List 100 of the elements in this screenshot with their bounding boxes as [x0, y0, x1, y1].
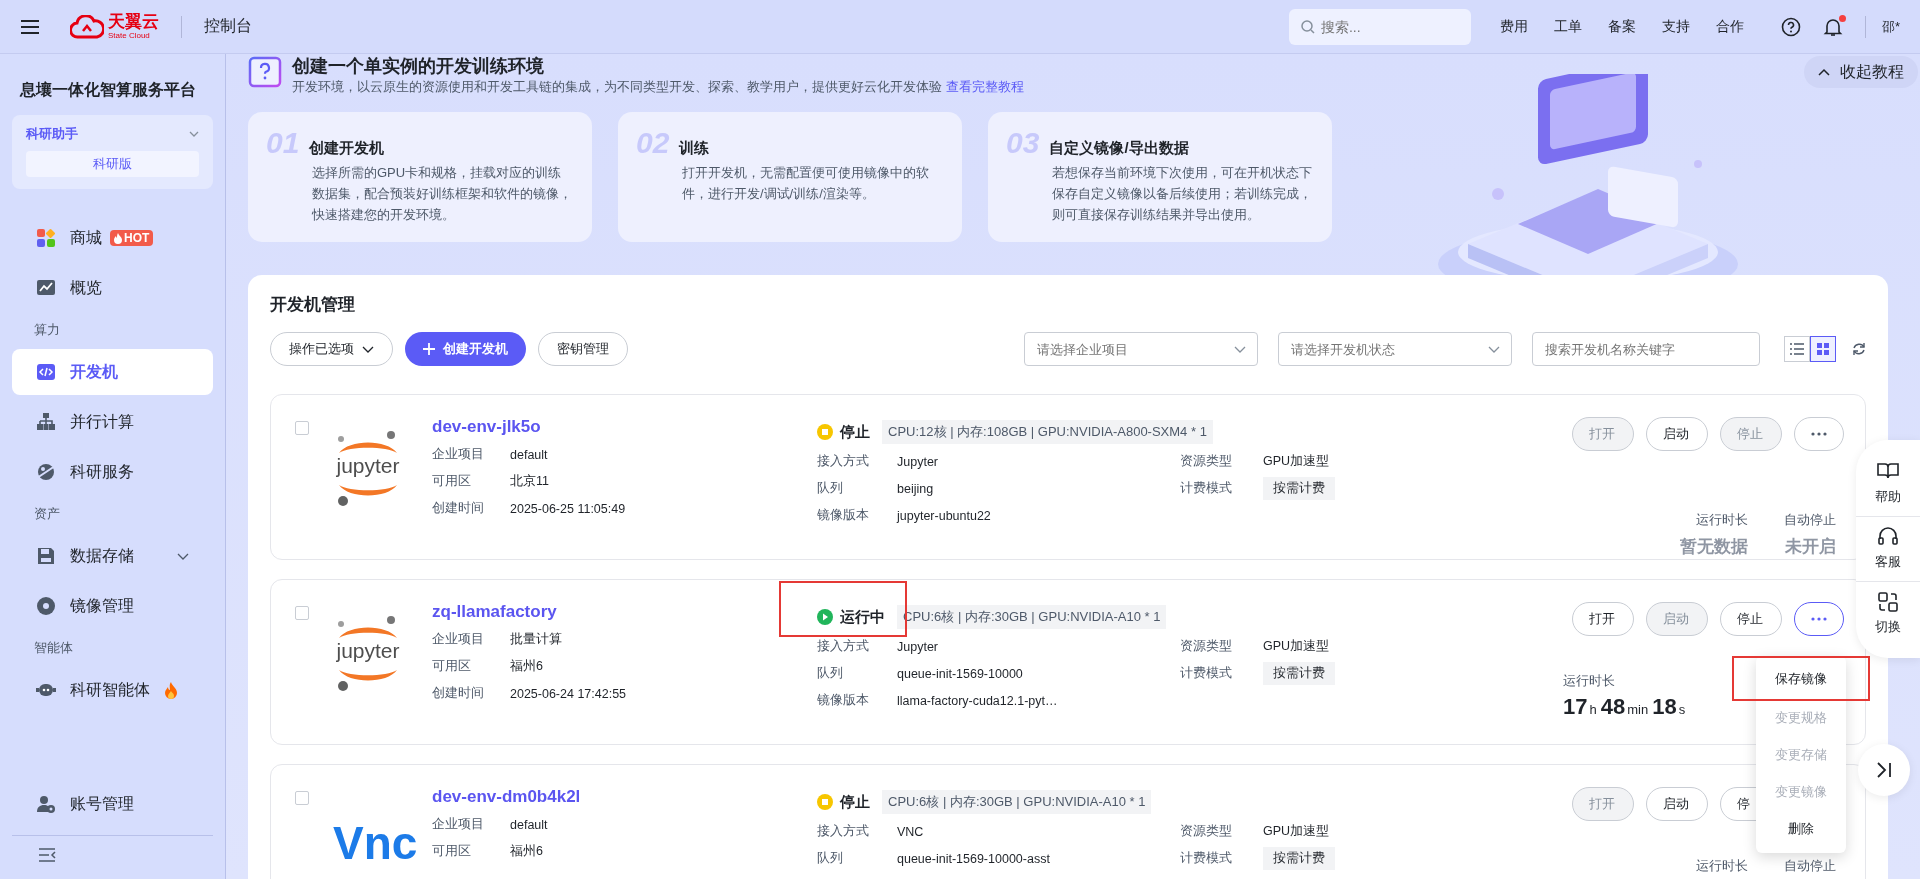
jupyter-logo: jupyter: [333, 612, 403, 694]
bulk-actions-dropdown[interactable]: 操作已选项: [270, 332, 393, 366]
floating-tool-button[interactable]: 切换: [1856, 582, 1920, 646]
field-label: 接入方式: [817, 823, 870, 840]
sidebar-label: 开发机: [70, 361, 118, 382]
checkbox[interactable]: [295, 421, 309, 435]
cloud-logo-icon: [70, 14, 104, 39]
grid-view-button[interactable]: [1810, 336, 1836, 362]
sidebar-item[interactable]: 数据存储: [12, 533, 213, 579]
field-label: 企业项目: [432, 631, 485, 648]
step-title: 训练: [679, 139, 710, 158]
field-label: 队列: [817, 480, 844, 497]
status-label: 运行中: [817, 607, 885, 627]
sidebar-item[interactable]: 账号管理: [12, 781, 213, 827]
chevron-up-icon: [1818, 68, 1830, 76]
menu-item[interactable]: 保存镜像: [1734, 658, 1868, 699]
collapse-right-icon: [1876, 762, 1892, 778]
panel-title: 开发机管理: [270, 294, 356, 316]
collapse-tutorial-button[interactable]: 收起教程: [1804, 56, 1918, 88]
field-label: 计费模式: [1180, 850, 1233, 867]
sidebar-item[interactable]: 科研智能体: [12, 667, 213, 713]
list-icon: [1790, 343, 1804, 355]
nav-link[interactable]: 费用: [1499, 17, 1528, 36]
stat-value: 未开启: [1785, 536, 1836, 558]
nav-link[interactable]: 支持: [1661, 17, 1690, 36]
tutorial-description: 开发环境，以云原生的资源使用和开发工具链的集成，为不同类型开发、探索、教学用户，提供更好云化开发体验: [292, 79, 942, 94]
field-value: VNC: [897, 824, 924, 839]
more-icon: [1811, 617, 1827, 621]
search-field[interactable]: 搜索开发机名称关键字: [1532, 332, 1760, 366]
vnc-logo: Vnc: [333, 819, 418, 867]
floating-tool-button[interactable]: 客服: [1856, 517, 1920, 582]
sidebar-label: 商城: [70, 227, 102, 248]
user-settings-icon: [36, 794, 56, 814]
section-label: 资产: [33, 505, 61, 523]
sidebar-item[interactable]: 并行计算: [12, 399, 213, 445]
floating-tool-button[interactable]: 帮助: [1856, 452, 1920, 517]
instance-name-link[interactable]: dev-env-dm0b4k2l: [432, 787, 817, 807]
action-button[interactable]: 停止: [1720, 602, 1782, 636]
tutorial-title: 创建一个单实例的开发训练环境: [292, 56, 545, 76]
field-label: 接入方式: [817, 453, 870, 470]
field-value: 批量计算: [510, 631, 562, 648]
billing-tag: 按需计费: [1263, 662, 1335, 685]
field-label: 资源类型: [1180, 453, 1233, 470]
sidebar-item[interactable]: 镜像管理: [12, 583, 213, 629]
action-button[interactable]: 打开: [1572, 602, 1634, 636]
stat-label: 自动停止: [1784, 511, 1836, 529]
plus-icon: [423, 343, 435, 355]
field-label: 资源类型: [1180, 638, 1233, 655]
field-value: 2025-06-24 17:42:55: [510, 686, 627, 701]
checkbox[interactable]: [295, 606, 309, 620]
filter-dropdown[interactable]: 请选择企业项目: [1024, 332, 1258, 366]
filter-dropdown[interactable]: 请选择开发机状态: [1278, 332, 1512, 366]
user-name[interactable]: 邵*: [1881, 17, 1900, 36]
tutorial-link[interactable]: 查看完整教程: [946, 79, 1024, 94]
nav-link[interactable]: 工单: [1553, 17, 1582, 36]
create-button[interactable]: 创建开发机: [405, 332, 526, 366]
list-view-button[interactable]: [1784, 336, 1810, 362]
expand-button[interactable]: [1858, 744, 1910, 796]
field-value: 福州6: [510, 658, 543, 675]
field-value: GPU加速型: [1263, 453, 1330, 470]
stat-label: 运行时长: [1696, 511, 1748, 529]
sidebar-item[interactable]: 概览: [12, 265, 213, 311]
search-field[interactable]: 搜索...: [1288, 8, 1471, 45]
status-label: 停止: [817, 792, 870, 812]
action-button[interactable]: 启动: [1646, 417, 1708, 451]
sidebar-item[interactable]: 开发机: [12, 349, 213, 395]
step-description: 若想保存当前环境下次使用，可在开机状态下保存自定义镜像以备后续使用；若训练完成，则可直接保存训练结果并导出使用。: [1052, 164, 1313, 224]
field-label: 可用区: [432, 843, 472, 860]
chevron-down-icon: [362, 345, 374, 353]
nav-link[interactable]: 备案: [1607, 17, 1636, 36]
sidebar-item[interactable]: 商城 HOT: [12, 215, 213, 261]
stop-status-icon: [817, 424, 833, 440]
field-value: 2025-06-25 11:05:49: [510, 501, 626, 516]
sidebar-label: 科研智能体: [70, 679, 150, 700]
nav-link[interactable]: 合作: [1715, 17, 1744, 36]
instance-name-link[interactable]: dev-env-jlk5o: [432, 417, 817, 437]
checkbox[interactable]: [295, 791, 309, 805]
field-label: 队列: [817, 665, 844, 682]
disc-icon: [36, 596, 56, 616]
billing-tag: 按需计费: [1263, 477, 1335, 500]
bell-icon: [1822, 16, 1843, 37]
field-value: queue-init-1569-10000: [897, 666, 1023, 681]
instance-name-link[interactable]: zq-llamafactory: [432, 602, 817, 622]
stop-status-icon: [817, 794, 833, 810]
field-label: 接入方式: [817, 638, 870, 655]
more-button[interactable]: [1794, 602, 1844, 636]
stat-value: 暂无数据: [1680, 536, 1748, 558]
flame-icon: [114, 232, 122, 244]
field-value: llama-factory-cuda12.1-pyt…: [897, 693, 1058, 708]
sidebar-item[interactable]: 科研服务: [12, 449, 213, 495]
field-value: queue-init-1569-10000-asst: [897, 851, 1050, 866]
planet-icon: [36, 462, 56, 482]
play-status-icon: [817, 609, 833, 625]
step-description: 选择所需的GPU卡和规格，挂载对应的训练数据集，配合预装好训练框架和软件的镜像，快速搭建您的开发环境。: [312, 164, 573, 224]
hot-badge: HOT: [110, 230, 154, 246]
chevron-down-icon: [189, 131, 199, 137]
field-label: 创建时间: [432, 500, 485, 517]
key-management-button[interactable]: 密钥管理: [538, 332, 628, 366]
brand-name: 天翼云: [108, 13, 159, 30]
action-button[interactable]: 启动: [1646, 787, 1708, 821]
